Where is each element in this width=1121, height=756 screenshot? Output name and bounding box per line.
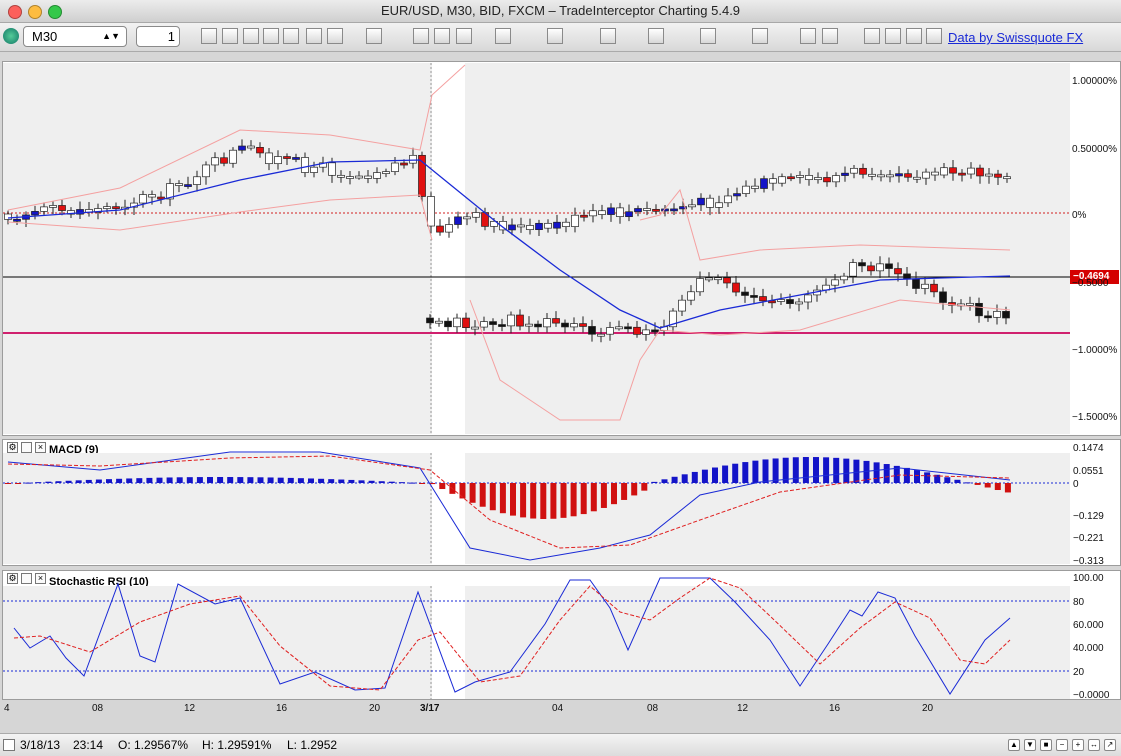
- cross-icon[interactable]: [800, 28, 816, 44]
- current-price-marker: −0.4694: [1070, 270, 1119, 284]
- close-icon[interactable]: ×: [35, 442, 46, 453]
- x-axis-label: 12: [737, 703, 749, 714]
- horizontal-line-icon[interactable]: [495, 28, 511, 44]
- window-icon[interactable]: [700, 28, 716, 44]
- legend: AUD/US... 0.09 % EUR/AUD: −0.0... EUR/US…: [679, 84, 1046, 100]
- scroll-down-icon[interactable]: ▼: [1024, 739, 1036, 751]
- window-title: EUR/USD, M30, BID, FXCM – TradeIntercept…: [380, 3, 741, 18]
- status-low: L: 1.2952: [287, 738, 338, 752]
- wrench-icon[interactable]: ⚙: [7, 64, 18, 75]
- x-axis-label: 04: [552, 703, 564, 714]
- fib-icon[interactable]: [547, 28, 563, 44]
- zoom-window-button[interactable]: [48, 5, 62, 19]
- legend-euraud-value: −0.0...: [874, 84, 914, 100]
- bar4-icon[interactable]: [926, 28, 942, 44]
- copyright-text: © TradeInterceptor.com: [9, 420, 125, 432]
- x-axis-label: 20: [369, 703, 381, 714]
- wrench-icon[interactable]: ⚙: [7, 442, 18, 453]
- channel-icon[interactable]: [600, 28, 616, 44]
- bar3-icon[interactable]: [906, 28, 922, 44]
- legend-euraud-symbol: EUR/AUD:: [795, 84, 865, 100]
- overbought-label: Overbought: [5, 590, 58, 601]
- x-axis-label: 12: [184, 703, 196, 714]
- status-time: 23:14: [73, 738, 104, 752]
- status-open: O: 1.29567%: [118, 738, 189, 752]
- arrow-up-icon[interactable]: [648, 28, 664, 44]
- x-axis-label: 4: [4, 703, 10, 714]
- x-axis-label: 20: [922, 703, 934, 714]
- eraser-icon[interactable]: [822, 28, 838, 44]
- fit-icon[interactable]: ↔: [1088, 739, 1100, 751]
- status-bar: 3/18/13 23:14 O: 1.29567% H: 1.29591% L:…: [0, 733, 1121, 756]
- legend-audusd-symbol: AUD/US...: [679, 84, 745, 100]
- line-chart-icon[interactable]: [306, 28, 322, 44]
- window-titlebar: EUR/USD, M30, BID, FXCM – TradeIntercept…: [0, 0, 1121, 23]
- bar1-icon[interactable]: [864, 28, 880, 44]
- status-checkbox-icon[interactable]: [3, 739, 15, 751]
- legend-eurusd-symbol: EUR/USD:: [925, 84, 993, 100]
- stoch-title: Stochastic RSI (10): [49, 576, 149, 588]
- x-axis-label: 08: [92, 703, 104, 714]
- macd-panel: ⚙ × MACD (9) Center Zero Line: [2, 439, 1121, 566]
- bid-icon[interactable]: [263, 28, 279, 44]
- expand-icon[interactable]: ↗: [1104, 739, 1116, 751]
- candle-icon[interactable]: [327, 28, 343, 44]
- zoom-in-icon[interactable]: +: [1072, 739, 1084, 751]
- lock-icon[interactable]: ■: [1040, 739, 1052, 751]
- oversold-label: Oversold: [5, 661, 46, 672]
- window-icon[interactable]: [21, 64, 32, 75]
- minimize-window-button[interactable]: [28, 5, 42, 19]
- scroll-up-icon[interactable]: ▲: [1008, 739, 1020, 751]
- wrench-icon[interactable]: ⚙: [7, 573, 18, 584]
- chart-title: EUR/USD, M30, BID, FXCM: [51, 66, 191, 78]
- x-axis-label: 3/17: [420, 703, 440, 714]
- checkbox-icon[interactable]: [201, 28, 217, 44]
- clock-icon[interactable]: [752, 28, 768, 44]
- x-axis-label: 08: [647, 703, 659, 714]
- globe-icon[interactable]: [3, 28, 19, 44]
- wave-icon[interactable]: [283, 28, 299, 44]
- window-icon[interactable]: [21, 442, 32, 453]
- toolbar: M30 ▲▼ 1 Data by Swissquote FX: [0, 23, 1121, 52]
- status-date: 3/18/13: [20, 738, 61, 752]
- bar2-icon[interactable]: [885, 28, 901, 44]
- zero-line-label: Center Zero Line: [5, 471, 81, 482]
- close-window-button[interactable]: [8, 5, 22, 19]
- legend-audusd-value: 0.09 %: [748, 84, 792, 100]
- zoom-out-icon[interactable]: −: [1056, 739, 1068, 751]
- columns-icon[interactable]: [434, 28, 450, 44]
- x-axis-label: 16: [276, 703, 288, 714]
- multiplier-input[interactable]: 1: [136, 26, 180, 47]
- stoch-rsi-panel: ⚙ × Stochastic RSI (10) Overbought Overs…: [2, 570, 1121, 700]
- gear-icon[interactable]: [243, 28, 259, 44]
- x-axis-label: 16: [829, 703, 841, 714]
- pencil-icon[interactable]: [222, 28, 238, 44]
- level-label: −0.88497: [5, 320, 60, 335]
- macd-title: MACD (9): [49, 444, 99, 456]
- window-icon[interactable]: [21, 573, 32, 584]
- trend-icon[interactable]: [413, 28, 429, 44]
- status-high: H: 1.29591%: [202, 738, 272, 752]
- data-source-link[interactable]: Data by Swissquote FX: [948, 30, 1083, 45]
- timeframe-select[interactable]: M30 ▲▼: [23, 26, 127, 47]
- crosshair-icon[interactable]: [366, 28, 382, 44]
- legend-eurusd-value: 0.03 %: [1002, 84, 1047, 100]
- vertical-line-icon[interactable]: [456, 28, 472, 44]
- close-icon[interactable]: ×: [35, 573, 46, 584]
- price-chart-panel: ⚙ EUR/USD, M30, BID, FXCM © TradeInterce…: [2, 61, 1121, 436]
- chevron-updown-icon: ▲▼: [102, 31, 120, 41]
